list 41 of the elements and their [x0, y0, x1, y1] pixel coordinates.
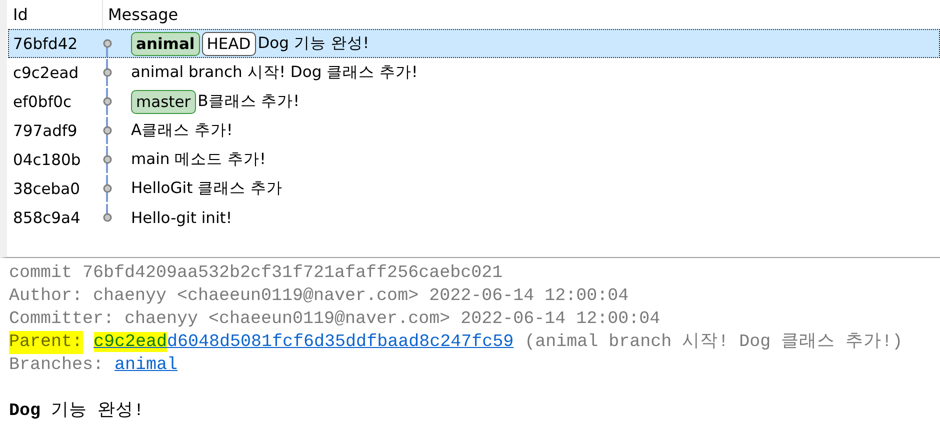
commit-message: main 메소드 추가!	[131, 149, 266, 170]
commit-row[interactable]: c9c2ead animal branch 시작! Dog 클래스 추가!	[8, 58, 940, 87]
graph-node-icon	[102, 126, 112, 135]
commit-message: HelloGit 클래스 추가	[131, 178, 283, 199]
commit-row[interactable]: 38ceba0 HelloGit 클래스 추가	[8, 174, 940, 203]
commit-message: Dog 기능 완성!	[258, 33, 370, 54]
parent-label: Parent:	[9, 331, 83, 354]
graph-node-icon	[102, 39, 112, 48]
commit-id: ef0bf0c	[12, 92, 73, 110]
commit-row[interactable]: 04c180b main 메소드 추가!	[8, 145, 940, 174]
commit-row[interactable]: 858c9a4 Hello-git init!	[8, 203, 940, 232]
branch-link[interactable]: animal	[114, 354, 178, 377]
commit-id: c9c2ead	[12, 64, 80, 82]
commit-id: 04c180b	[12, 150, 82, 168]
column-header[interactable]: Message	[103, 0, 940, 29]
commit-id: 858c9a4	[12, 208, 82, 226]
commit-message: B클래스 추가!	[198, 91, 300, 112]
commit-id: 38ceba0	[12, 180, 81, 198]
commit-message-body: Dog 기능 완성!	[9, 400, 146, 423]
graph-node-icon	[102, 155, 112, 164]
branches-label: Branches:	[9, 354, 104, 377]
branch-tag: animal	[131, 32, 200, 56]
graph-node-icon	[102, 68, 112, 77]
commit-row[interactable]: 797adf9 A클래스 추가!	[8, 116, 940, 145]
commit-message: animal branch 시작! Dog 클래스 추가!	[131, 62, 418, 83]
graph-node-icon	[102, 184, 112, 193]
head-tag: HEAD	[202, 32, 256, 56]
commit-row[interactable]: ef0bf0c master B클래스 추가!	[8, 87, 940, 116]
commit-detail-line: Author: chaenyy <chaeeun0119@naver.com> 2022-06-14 12:00:04	[9, 285, 630, 308]
graph-node-icon	[102, 97, 112, 106]
commit-row[interactable]: 76bfd42 animal HEAD Dog 기능 완성!	[8, 29, 940, 58]
graph-node-icon	[102, 213, 112, 222]
commit-id: 76bfd42	[12, 34, 79, 52]
commit-message: Hello-git init!	[131, 208, 232, 226]
commit-detail-line: commit 76bfd4209aa532b2cf31f721afaff256caebc021	[9, 262, 504, 285]
commit-message: A클래스 추가!	[131, 120, 233, 141]
parent-subject: (animal branch 시작! Dog 클래스 추가!)	[524, 331, 903, 354]
parent-hash-link[interactable]: c9c2eadd6048d5081fcf6d35ddfbaad8c247fc59	[94, 331, 514, 354]
branch-tag: master	[131, 90, 196, 114]
commit-id: 797adf9	[12, 122, 78, 140]
commit-detail-line: Committer: chaenyy <chaeeun0119@naver.com> 2022-06-14 12:00:04	[9, 308, 662, 331]
